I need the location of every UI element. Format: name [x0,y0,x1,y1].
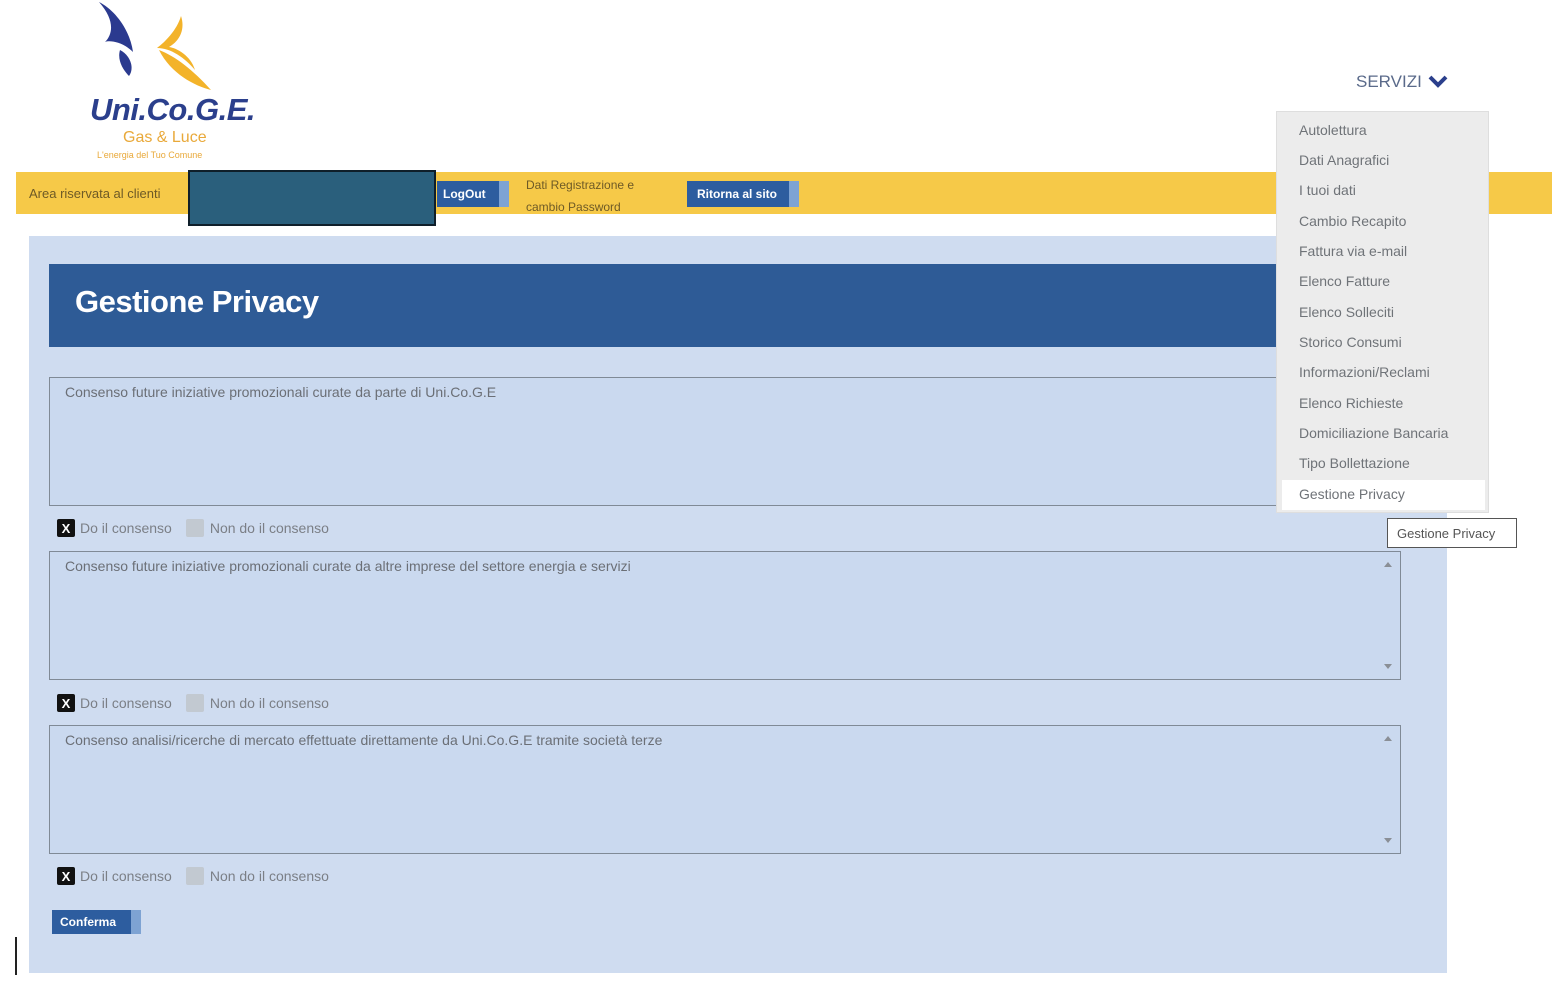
servizi-menu-toggle[interactable]: SERVIZI [1356,72,1448,92]
consent-choice-row-3: X Do il consenso Non do il consenso [57,867,329,885]
deny-consent-label-2: Non do il consenso [209,695,329,711]
servizi-label: SERVIZI [1356,72,1422,91]
give-consent-checkbox-1[interactable]: X [57,519,75,537]
menu-item-fattura-email[interactable]: Fattura via e-mail [1299,243,1407,259]
deny-consent-checkbox-3[interactable] [185,867,204,885]
menu-item-domiciliazione-bancaria[interactable]: Domiciliazione Bancaria [1299,425,1448,441]
menu-item-elenco-solleciti[interactable]: Elenco Solleciti [1299,304,1394,320]
logo-title: Uni.Co.G.E. [90,92,256,127]
chevron-down-icon [1428,75,1448,88]
brand-logo[interactable]: Uni.Co.G.E. Gas & Luce L'energia del Tuo… [85,0,256,165]
menu-item-elenco-fatture[interactable]: Elenco Fatture [1299,273,1390,289]
deny-consent-checkbox-1[interactable] [185,519,204,537]
return-to-site-button[interactable]: Ritorna al sito [687,181,799,207]
give-consent-label-1: Do il consenso [80,520,172,536]
consent-text-1: Consenso future iniziative promozionali … [65,384,497,400]
text-cursor [15,937,17,975]
consent-textarea-1[interactable]: Consenso future iniziative promozionali … [49,377,1289,506]
registration-link-line2: cambio Password [526,200,621,214]
menu-item-dati-anagrafici[interactable]: Dati Anagrafici [1299,152,1389,168]
logo-tagline: L'energia del Tuo Comune [97,150,203,160]
registration-password-link[interactable]: Dati Registrazione e cambio Password [526,174,666,218]
reserved-area-label: Area riservata al clienti [29,186,161,201]
menu-item-autolettura[interactable]: Autolettura [1299,122,1367,138]
menu-item-cambio-recapito[interactable]: Cambio Recapito [1299,213,1406,229]
consent-textarea-2[interactable]: Consenso future iniziative promozionali … [49,551,1401,680]
scroll-down-icon[interactable] [1384,838,1392,843]
servizi-dropdown: Autolettura Dati Anagrafici I tuoi dati … [1276,111,1489,513]
menu-item-informazioni-reclami[interactable]: Informazioni/Reclami [1299,364,1430,380]
user-name-redacted [188,170,436,226]
give-consent-label-2: Do il consenso [80,695,172,711]
page-title: Gestione Privacy [75,284,319,319]
consent-text-2: Consenso future iniziative promozionali … [65,558,631,574]
butterfly-logo-icon [99,2,211,90]
consent-text-3: Consenso analisi/ricerche di mercato eff… [65,732,663,748]
consent-choice-row-1: X Do il consenso Non do il consenso [57,519,329,537]
give-consent-checkbox-2[interactable]: X [57,694,75,712]
textarea-scrollbar-3[interactable] [1380,730,1396,849]
give-consent-checkbox-3[interactable]: X [57,867,75,885]
menu-item-tipo-bollettazione[interactable]: Tipo Bollettazione [1299,455,1410,471]
give-consent-label-3: Do il consenso [80,868,172,884]
logout-button[interactable]: LogOut [437,181,509,207]
menu-item-gestione-privacy[interactable]: Gestione Privacy [1299,486,1405,502]
consent-choice-row-2: X Do il consenso Non do il consenso [57,694,329,712]
scroll-up-icon[interactable] [1384,562,1392,567]
menu-item-i-tuoi-dati[interactable]: I tuoi dati [1299,182,1356,198]
registration-link-line1: Dati Registrazione e [526,178,635,192]
menu-item-storico-consumi[interactable]: Storico Consumi [1299,334,1402,350]
scroll-up-icon[interactable] [1384,736,1392,741]
confirm-button[interactable]: Conferma [52,910,141,934]
deny-consent-checkbox-2[interactable] [185,694,204,712]
menu-tooltip: Gestione Privacy [1387,518,1517,548]
deny-consent-label-1: Non do il consenso [209,520,329,536]
deny-consent-label-3: Non do il consenso [209,868,329,884]
consent-textarea-3[interactable]: Consenso analisi/ricerche di mercato eff… [49,725,1401,854]
textarea-scrollbar-2[interactable] [1380,556,1396,675]
scroll-down-icon[interactable] [1384,664,1392,669]
menu-item-elenco-richieste[interactable]: Elenco Richieste [1299,395,1403,411]
logo-subtitle: Gas & Luce [123,129,207,146]
